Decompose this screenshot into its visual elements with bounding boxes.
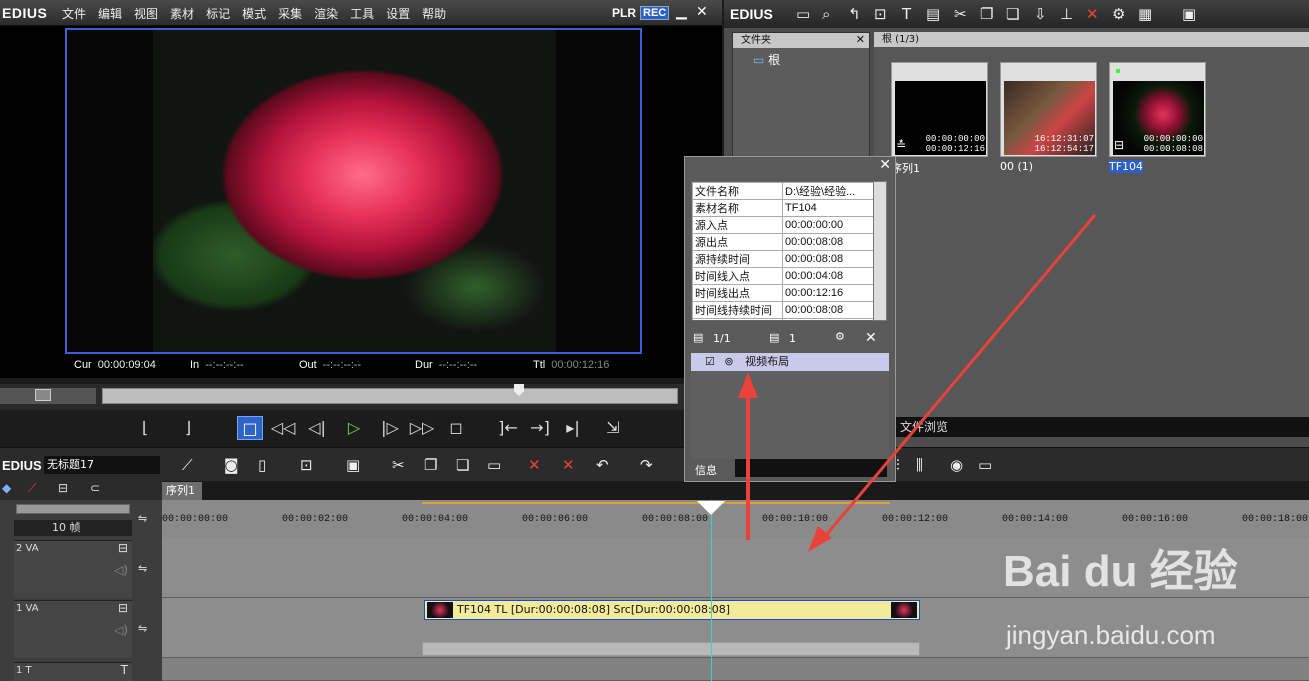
arrow-down-head [808,526,832,552]
arrow-down-line [820,214,1097,541]
baidu-watermark-url: jingyan.baidu.com [1006,620,1216,650]
baidu-watermark: Bai du 经验 [1003,547,1238,596]
arrow-up-head [738,372,758,398]
